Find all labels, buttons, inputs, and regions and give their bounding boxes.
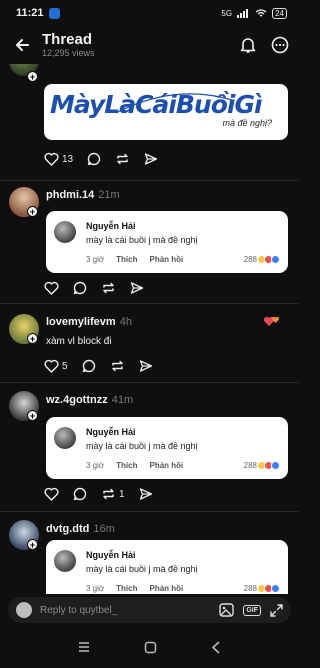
quoted-comment-image[interactable]: Nguyễn Hải mày là cái buồi j mà đề nghị … (46, 211, 288, 273)
banner-text: MàyLàCáiBuồiGì (50, 90, 263, 119)
network-label: 5G (221, 8, 233, 18)
follow-plus-icon[interactable]: + (27, 206, 38, 217)
banner-subtext: mà đề nghị? (222, 118, 272, 128)
post-time: 16m (93, 523, 115, 535)
thread-post: + wz.4gottnzz 41m Nguyễn Hải mày là cái b… (0, 383, 299, 507)
share-icon[interactable] (144, 152, 158, 166)
thread-post: + lovemylifevm 4h xàm vl block đi 5 (0, 304, 299, 380)
thread-feed[interactable]: + MàyLàCáiBuồiGì mà đề nghị? 13 + phdmi.… (0, 64, 299, 594)
username[interactable]: dvtg.dtd (46, 523, 89, 535)
top-bar: Thread 12,295 views (0, 26, 299, 64)
battery-icon: 24 (272, 7, 287, 19)
post-actions (44, 281, 144, 295)
quoted-count: 288 (243, 255, 257, 264)
quoted-time: 3 giờ (86, 461, 105, 470)
username[interactable]: wz.4gottnzz (46, 394, 108, 406)
reaction-icons (257, 584, 280, 593)
repost-icon[interactable] (110, 359, 125, 373)
quoted-avatar (54, 550, 76, 572)
reaction-icons (257, 461, 280, 470)
repost-count: 1 (119, 488, 125, 500)
user-avatar (16, 602, 32, 618)
more-icon[interactable] (271, 36, 289, 54)
back-arrow-icon[interactable] (10, 33, 34, 57)
reply-input[interactable]: Reply to quytbel_ GIF (8, 597, 291, 623)
quoted-name: Nguyễn Hải (86, 550, 136, 560)
comment-icon[interactable] (73, 487, 87, 501)
quoted-comment-image[interactable]: Nguyễn Hải mày là cái buồi j mà đề nghị … (46, 540, 288, 594)
username[interactable]: phdmi.14 (46, 189, 94, 201)
post-text: xàm vl block đi (46, 336, 112, 347)
reply-placeholder: Reply to quytbel_ (40, 604, 118, 616)
system-nav-bar (0, 626, 299, 668)
post-time: 21m (98, 189, 120, 201)
quoted-text: mày là cái buồi j mà đề nghị (86, 235, 198, 245)
messenger-icon (48, 7, 60, 19)
back-chevron-icon[interactable] (210, 641, 222, 654)
quoted-name: Nguyễn Hải (86, 427, 136, 437)
quoted-comment-image[interactable]: Nguyễn Hải mày là cái buồi j mà đề nghị … (46, 417, 288, 479)
heart-icon[interactable] (44, 281, 59, 295)
repost-icon[interactable] (101, 281, 116, 295)
quoted-like: Thích (116, 255, 138, 264)
page-title: Thread (42, 31, 93, 48)
expand-icon[interactable] (270, 603, 283, 617)
quoted-time: 3 giờ (86, 584, 105, 593)
view-count: 12,295 views (42, 48, 95, 58)
post-actions: 13 (44, 152, 158, 166)
post-image[interactable]: MàyLàCáiBuồiGì mà đề nghị? (44, 84, 288, 140)
thread-post: + phdmi.14 21m Nguyễn Hải mày là cái buồi… (0, 181, 299, 301)
quoted-like: Thích (116, 584, 138, 593)
repost-icon[interactable] (101, 487, 116, 501)
quoted-reply: Phản hồi (149, 584, 184, 593)
signal-icon (237, 8, 249, 18)
quoted-like: Thích (116, 461, 138, 470)
quoted-avatar (54, 427, 76, 449)
comment-icon[interactable] (82, 359, 96, 373)
thread-post: + dvtg.dtd 16m Nguyễn Hải mày là cái buồi… (0, 512, 299, 594)
quoted-reply: Phản hồi (149, 255, 184, 264)
share-icon[interactable] (130, 281, 144, 295)
quoted-text: mày là cái buồi j mà đề nghị (86, 441, 198, 451)
quoted-avatar (54, 221, 76, 243)
repost-icon[interactable] (115, 152, 130, 166)
home-square-icon[interactable] (144, 641, 157, 654)
quoted-count: 288 (243, 584, 257, 593)
image-icon[interactable] (219, 603, 235, 617)
reaction-icons (257, 255, 280, 264)
status-bar: 11:21 5G 24 (0, 0, 299, 26)
thread-post: + MàyLàCáiBuồiGì mà đề nghị? 13 (0, 64, 299, 182)
comment-icon[interactable] (73, 281, 87, 295)
follow-plus-icon[interactable]: + (27, 333, 38, 344)
like-count: 5 (62, 360, 68, 372)
quoted-name: Nguyễn Hải (86, 221, 136, 231)
quoted-time: 3 giờ (86, 255, 105, 264)
username[interactable]: lovemylifevm (46, 316, 116, 328)
post-actions: 1 (44, 487, 153, 501)
reaction-hearts-icon (263, 316, 279, 326)
follow-plus-icon[interactable]: + (27, 71, 38, 82)
quoted-reply: Phản hồi (149, 461, 184, 470)
gif-icon[interactable]: GIF (243, 604, 261, 616)
status-time: 11:21 (16, 7, 44, 19)
follow-plus-icon[interactable]: + (27, 410, 38, 421)
post-time: 41m (111, 394, 134, 406)
heart-icon[interactable] (44, 359, 59, 373)
comment-icon[interactable] (87, 152, 101, 166)
post-time: 4h (119, 316, 132, 328)
share-icon[interactable] (139, 487, 153, 501)
reply-composer: Reply to quytbel_ GIF (0, 594, 299, 626)
quoted-count: 288 (243, 461, 257, 470)
wifi-icon (255, 8, 267, 16)
follow-plus-icon[interactable]: + (27, 539, 38, 550)
post-actions: 5 (44, 359, 153, 373)
share-icon[interactable] (139, 359, 153, 373)
like-count: 13 (62, 153, 74, 165)
heart-icon[interactable] (44, 152, 59, 166)
quoted-text: mày là cái buồi j mà đề nghị (86, 564, 198, 574)
heart-icon[interactable] (44, 487, 59, 501)
recents-menu-icon[interactable] (77, 641, 91, 653)
bell-icon[interactable] (239, 36, 257, 54)
